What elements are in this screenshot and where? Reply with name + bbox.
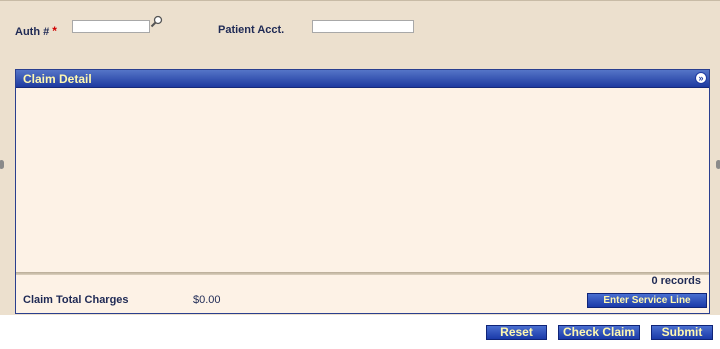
patient-acct-input[interactable] <box>312 20 414 33</box>
claim-total-charges-label: Claim Total Charges <box>23 294 129 306</box>
right-splitter-handle[interactable] <box>716 160 720 169</box>
required-marker: * <box>52 24 57 38</box>
claim-detail-header: Claim Detail » <box>16 70 709 88</box>
magnifier-icon[interactable] <box>150 15 163 28</box>
top-divider <box>0 0 720 5</box>
submit-button[interactable]: Submit <box>651 325 713 340</box>
auth-input[interactable] <box>72 20 150 33</box>
claim-detail-title: Claim Detail <box>23 72 92 86</box>
double-chevron-down-icon[interactable]: » <box>695 72 707 84</box>
check-claim-button[interactable]: Check Claim <box>558 325 640 340</box>
reset-button[interactable]: Reset <box>486 325 547 340</box>
auth-label: Auth # * <box>15 24 57 38</box>
records-count: 0 records <box>651 275 701 287</box>
enter-service-line-button[interactable]: Enter Service Line <box>587 293 707 308</box>
claim-total-charges-value: $0.00 <box>193 294 221 306</box>
left-splitter-handle[interactable] <box>0 160 4 169</box>
claim-detail-panel: Claim Detail » 0 records Claim Total Cha… <box>15 69 710 314</box>
panel-divider <box>16 272 709 275</box>
patient-acct-label: Patient Acct. <box>218 24 285 36</box>
